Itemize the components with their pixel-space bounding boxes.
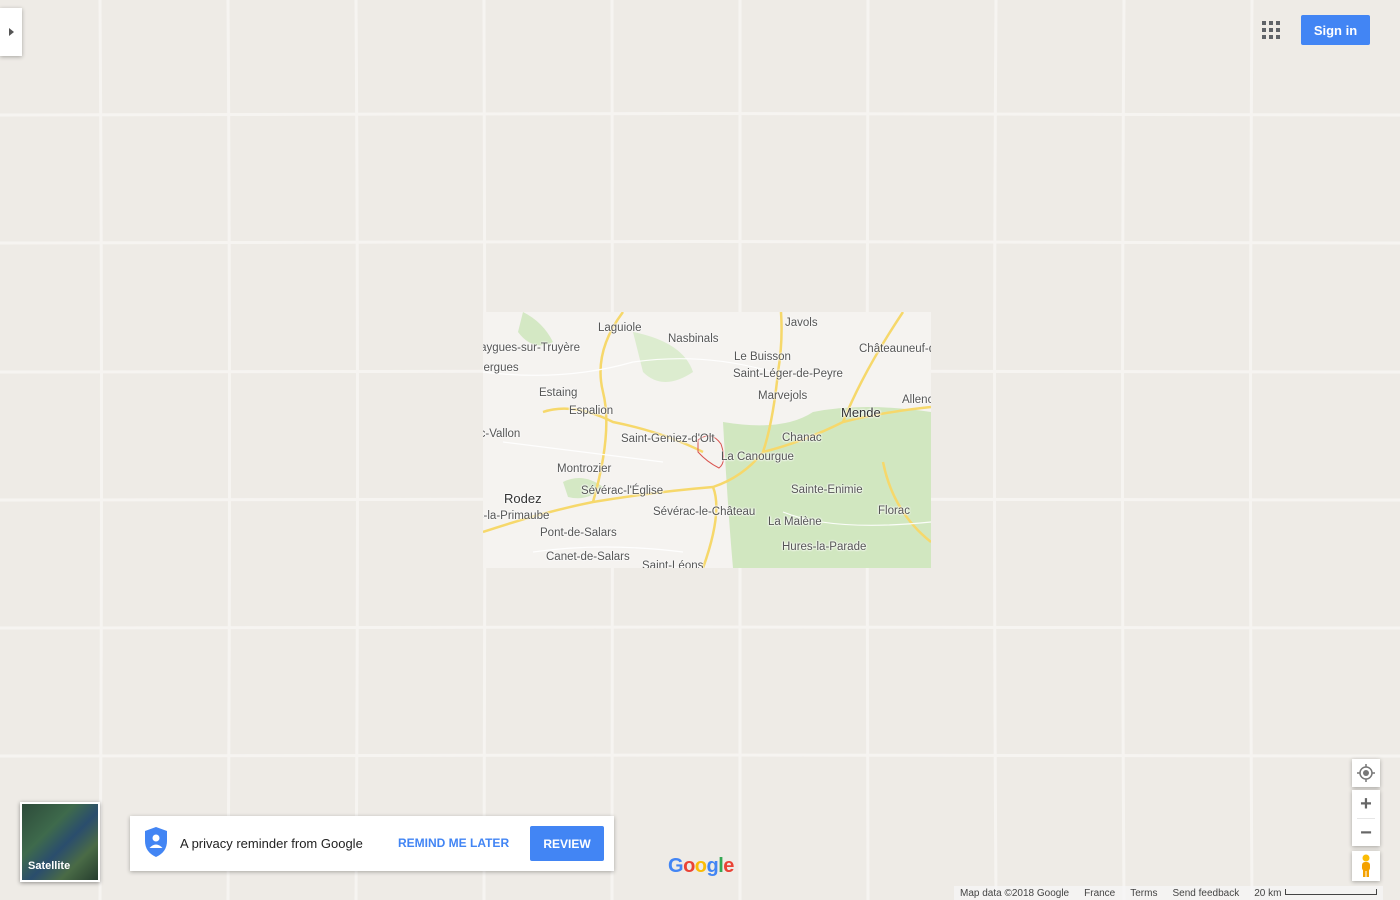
- place-label: Luc-la-Primaube: [483, 510, 550, 522]
- region-link[interactable]: France: [1084, 888, 1115, 899]
- place-label: Espalion: [569, 405, 614, 417]
- send-feedback-link[interactable]: Send feedback: [1172, 888, 1239, 899]
- street-view-pegman[interactable]: [1352, 851, 1380, 881]
- apps-grid-icon[interactable]: [1262, 21, 1280, 39]
- place-label: Châteauneuf-de-Randon: [859, 343, 931, 355]
- place-label: Hures-la-Parade: [782, 541, 867, 553]
- place-label: Entraygues-sur-Truyère: [483, 342, 581, 354]
- zoom-control: + −: [1352, 790, 1380, 846]
- place-label: Saint-Geniez-d'Olt: [621, 433, 715, 445]
- zoom-in-button[interactable]: +: [1352, 790, 1380, 818]
- zoom-out-button[interactable]: −: [1352, 819, 1380, 847]
- scale-bar: [1285, 888, 1378, 895]
- remind-me-later-button[interactable]: REMIND ME LATER: [398, 836, 509, 850]
- map-footer: Map data ©2018 Google France Terms Send …: [954, 886, 1384, 900]
- place-label: Mende: [841, 405, 881, 420]
- place-label: Sénergues: [483, 362, 519, 374]
- logo-letter: G: [668, 855, 684, 877]
- terms-link[interactable]: Terms: [1130, 888, 1157, 899]
- privacy-shield-icon: [145, 827, 167, 857]
- place-label: Estaing: [539, 387, 578, 399]
- my-location-button[interactable]: [1352, 759, 1380, 787]
- map-tile[interactable]: Laguiole Javols Nasbinals Entraygues-sur…: [483, 312, 931, 568]
- place-label: La Canourgue: [721, 451, 794, 463]
- place-label: Pont-de-Salars: [540, 527, 617, 539]
- privacy-reminder-banner: A privacy reminder from Google REMIND ME…: [130, 816, 614, 871]
- place-label: Rodez: [504, 491, 542, 506]
- place-label: Le Buisson: [734, 351, 791, 363]
- place-label: Canet-de-Salars: [546, 551, 630, 563]
- place-label: Marcillac-Vallon: [483, 428, 521, 440]
- place-label: Marvejols: [758, 390, 808, 402]
- satellite-label: Satellite: [28, 860, 71, 872]
- satellite-toggle[interactable]: Satellite: [20, 802, 100, 882]
- place-label: La Malène: [768, 516, 822, 528]
- place-label: Laguiole: [598, 322, 642, 334]
- logo-letter: o: [683, 855, 695, 877]
- pegman-icon: [1362, 854, 1370, 877]
- logo-letter: e: [723, 855, 734, 877]
- place-label: Saint-Léger-de-Peyre: [733, 368, 843, 380]
- place-label: Nasbinals: [668, 333, 719, 345]
- logo-letter: g: [706, 855, 719, 877]
- place-label: Sainte-Enimie: [791, 484, 863, 496]
- location-target-icon: [1357, 764, 1375, 782]
- place-label: Montrozier: [557, 463, 612, 475]
- place-label: Allenc: [902, 394, 931, 406]
- sign-in-button[interactable]: Sign in: [1301, 15, 1370, 45]
- place-label: Saint-Léons: [642, 560, 704, 568]
- privacy-message: A privacy reminder from Google: [180, 836, 363, 851]
- scale-label: 20 km: [1254, 887, 1282, 899]
- review-button[interactable]: REVIEW: [530, 826, 604, 861]
- google-logo: Google: [668, 855, 734, 878]
- place-label: Sévérac-le-Château: [653, 506, 756, 518]
- place-label: Sévérac-l'Église: [581, 485, 664, 497]
- logo-letter: o: [694, 855, 707, 877]
- place-label: Florac: [878, 505, 910, 517]
- map-data-attribution: Map data ©2018 Google: [960, 887, 1070, 899]
- expand-arrow-icon: [8, 28, 14, 36]
- place-label: Javols: [785, 317, 818, 329]
- place-label: Chanac: [782, 432, 822, 444]
- scale-indicator[interactable]: 20 km: [1254, 887, 1378, 899]
- sidebar-toggle-button[interactable]: [0, 8, 22, 56]
